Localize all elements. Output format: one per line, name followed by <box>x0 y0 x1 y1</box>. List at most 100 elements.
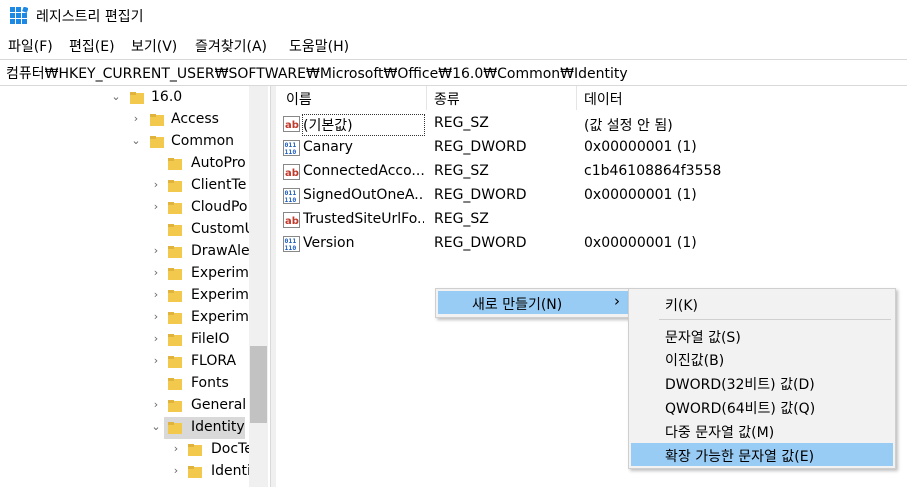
tree-item-fonts[interactable]: Fonts <box>150 373 249 395</box>
tree-item-label: Fonts <box>191 375 229 391</box>
key-tree: ⌄ 16.0 › Access ⌄ Common AutoPro › ClientTe … <box>0 86 270 487</box>
svg-text:110: 110 <box>285 148 297 156</box>
chevron-down-icon[interactable]: ⌄ <box>150 421 162 433</box>
menu-file[interactable]: 파일(F) <box>8 36 53 56</box>
title-bar: 레지스트리 편집기 <box>0 0 907 31</box>
window-title: 레지스트리 편집기 <box>36 9 144 25</box>
value-name: SignedOutOneA... <box>303 187 424 203</box>
tree-item-label: Identity <box>191 419 245 435</box>
chevron-right-icon[interactable]: › <box>170 465 182 477</box>
menu-item-label: QWORD(64비트) 값(Q) <box>665 401 816 417</box>
chevron-right-icon[interactable]: › <box>170 443 182 455</box>
chevron-right-icon[interactable]: › <box>150 245 162 257</box>
folder-icon <box>168 224 182 236</box>
menu-item-new[interactable]: 새로 만들기(N) › <box>438 291 628 314</box>
tree-item-identity[interactable]: Identity <box>164 417 245 439</box>
value-name: Canary <box>303 139 353 155</box>
tree-item-drawale[interactable]: › DrawAle <box>150 241 250 263</box>
tree-item-label: Experime <box>191 287 258 303</box>
folder-icon <box>168 422 182 434</box>
tree-item-common[interactable]: ⌄ Common <box>130 131 249 153</box>
value-row[interactable]: ab ConnectedAcco... REG_SZ c1b46108864f3… <box>276 160 907 184</box>
svg-text:110: 110 <box>285 244 297 252</box>
tree-item-general[interactable]: › General <box>150 395 249 417</box>
tree-item-experime-2[interactable]: › Experime <box>150 285 258 307</box>
binary-value-icon: 011110 <box>283 188 300 204</box>
chevron-right-icon[interactable]: › <box>150 333 162 345</box>
chevron-right-icon[interactable]: › <box>150 201 162 213</box>
menu-item-label: 다중 문자열 값(M) <box>665 425 775 441</box>
tree-item-label: General <box>191 397 247 413</box>
chevron-right-icon[interactable]: › <box>150 179 162 191</box>
tree-item-experime-3[interactable]: › Experime <box>150 307 258 329</box>
menu-item-dword-value[interactable]: DWORD(32비트) 값(D) <box>631 371 893 394</box>
tree-scrollbar[interactable] <box>249 86 268 487</box>
menu-item-qword-value[interactable]: QWORD(64비트) 값(Q) <box>631 395 893 418</box>
menu-item-label: 키(K) <box>665 298 698 314</box>
tree-item-flora[interactable]: › FLORA <box>150 351 249 373</box>
tree-item-autopro[interactable]: AutoPro <box>150 153 249 175</box>
chevron-down-icon[interactable]: ⌄ <box>130 135 142 147</box>
tree-item-label: DrawAle <box>191 243 250 259</box>
tree-item-docte[interactable]: › DocTe <box>170 439 253 461</box>
chevron-right-icon[interactable]: › <box>150 267 162 279</box>
menu-item-multi-string-value[interactable]: 다중 문자열 값(M) <box>631 419 893 442</box>
menu-edit[interactable]: 편집(E) <box>69 36 115 56</box>
folder-icon <box>168 400 182 412</box>
menu-help[interactable]: 도움말(H) <box>289 36 349 56</box>
column-divider[interactable] <box>576 86 577 110</box>
chevron-right-icon[interactable]: › <box>150 311 162 323</box>
tree-item-label: CustomU <box>191 221 255 237</box>
tree-item-identi[interactable]: › Identi <box>170 461 251 483</box>
tree-item-access[interactable]: › Access <box>130 109 249 131</box>
folder-icon <box>150 114 164 126</box>
column-header-type[interactable]: 종류 <box>434 89 460 109</box>
chevron-right-icon[interactable]: › <box>150 289 162 301</box>
column-header-data[interactable]: 데이터 <box>584 89 623 109</box>
chevron-right-icon[interactable]: › <box>150 399 162 411</box>
chevron-right-icon: › <box>614 292 620 310</box>
chevron-right-icon[interactable]: › <box>150 355 162 367</box>
tree-item-label: Identi <box>211 463 251 479</box>
address-bar[interactable]: 컴퓨터₩HKEY_CURRENT_USER₩SOFTWARE₩Microsoft… <box>0 59 907 86</box>
chevron-right-icon[interactable]: › <box>130 113 142 125</box>
tree-item-label: Experime <box>191 309 258 325</box>
value-row[interactable]: ab (기본값) REG_SZ (값 설정 안 됨) <box>276 112 907 136</box>
value-row[interactable]: 011 110 Version REG_DWORD 0x00000001 (1) <box>276 232 907 256</box>
menu-item-label: DWORD(32비트) 값(D) <box>665 377 815 393</box>
tree-item-16-0[interactable]: ⌄ 16.0 <box>110 87 249 109</box>
value-row[interactable]: 011 110 Canary REG_DWORD 0x00000001 (1) <box>276 136 907 160</box>
chevron-down-icon[interactable]: ⌄ <box>110 91 122 103</box>
string-value-icon: ab <box>283 212 300 228</box>
menu-item-expandable-string-value[interactable]: 확장 가능한 문자열 값(E) <box>631 443 893 466</box>
regedit-app-icon <box>10 7 28 24</box>
tree-item-label: Experime <box>191 265 258 281</box>
menu-item-string-value[interactable]: 문자열 값(S) <box>631 324 893 347</box>
folder-icon <box>150 136 164 148</box>
value-type: REG_DWORD <box>434 187 527 203</box>
value-row[interactable]: ab TrustedSiteUrlFo... REG_SZ <box>276 208 907 232</box>
tree-item-customu[interactable]: CustomU <box>150 219 255 241</box>
menu-favorites[interactable]: 즐겨찾기(A) <box>195 36 267 56</box>
tree-scrollbar-thumb[interactable] <box>250 346 267 423</box>
menu-item-key[interactable]: 키(K) <box>631 292 893 315</box>
tree-item-cloudpo[interactable]: › CloudPo <box>150 197 249 219</box>
column-header-name[interactable]: 이름 <box>286 89 312 109</box>
folder-icon <box>188 444 202 456</box>
menu-view[interactable]: 보기(V) <box>131 36 177 56</box>
address-path[interactable]: 컴퓨터₩HKEY_CURRENT_USER₩SOFTWARE₩Microsoft… <box>6 63 628 83</box>
value-row[interactable]: 011 110 SignedOutOneA... REG_DWORD 0x0000… <box>276 184 907 208</box>
tree-item-fileio[interactable]: › FileIO <box>150 329 249 351</box>
folder-icon <box>168 180 182 192</box>
value-name: TrustedSiteUrlFo... <box>303 211 424 227</box>
tree-item-clientte[interactable]: › ClientTe <box>150 175 249 197</box>
tree-item-label: ClientTe <box>191 177 247 193</box>
column-divider[interactable] <box>426 86 427 110</box>
folder-icon <box>168 202 182 214</box>
context-menu: 새로 만들기(N) › <box>435 288 631 318</box>
tree-item-label: Access <box>171 111 219 127</box>
tree-item-identity-toggle[interactable]: ⌄ <box>150 417 165 439</box>
menu-item-label: 이진값(B) <box>665 353 725 369</box>
tree-item-experime-1[interactable]: › Experime <box>150 263 258 285</box>
menu-item-binary-value[interactable]: 이진값(B) <box>631 347 893 370</box>
